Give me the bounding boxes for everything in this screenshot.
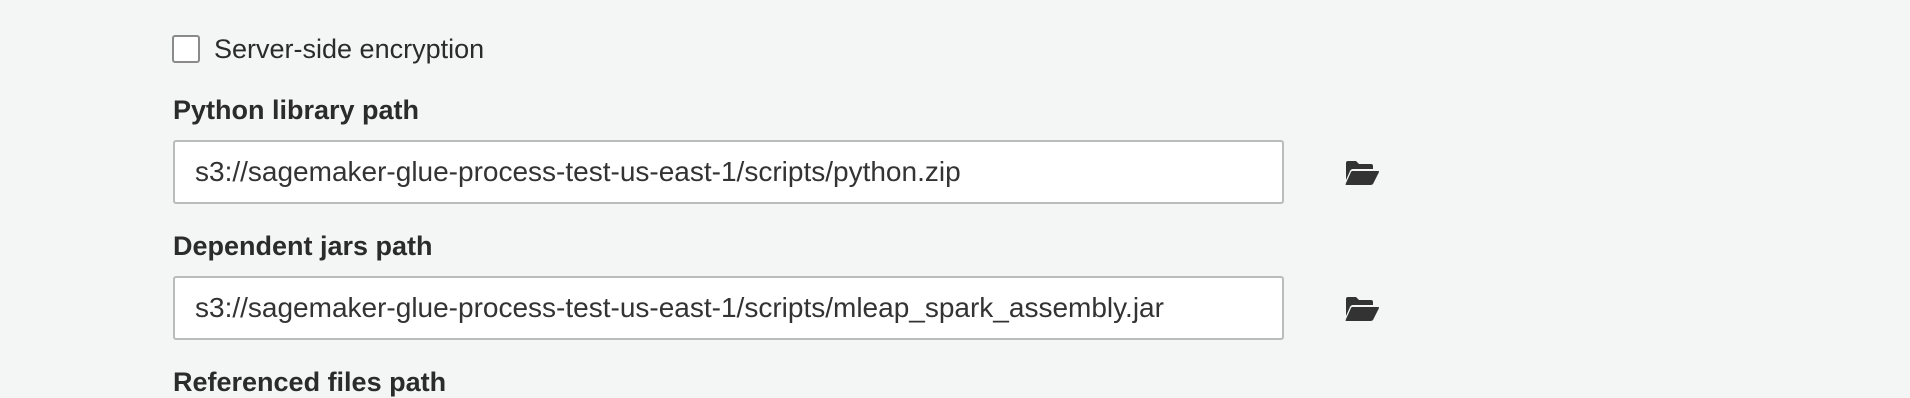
- server-side-encryption-label[interactable]: Server-side encryption: [214, 34, 484, 65]
- dependent-jars-path-label: Dependent jars path: [173, 231, 433, 261]
- python-library-path-input[interactable]: [173, 140, 1284, 204]
- job-libraries-form: Server-side encryption Python library pa…: [0, 0, 1910, 398]
- dependent-jars-path-input[interactable]: [173, 276, 1284, 340]
- dependent-jars-browse-button[interactable]: [1342, 292, 1382, 326]
- python-library-path-label: Python library path: [173, 95, 420, 125]
- folder-open-icon: [1345, 297, 1380, 321]
- folder-open-icon: [1345, 161, 1380, 185]
- server-side-encryption-checkbox[interactable]: [172, 35, 200, 63]
- python-library-browse-button[interactable]: [1342, 156, 1382, 190]
- server-side-encryption-row[interactable]: Server-side encryption: [172, 33, 484, 65]
- referenced-files-path-label: Referenced files path: [173, 367, 447, 397]
